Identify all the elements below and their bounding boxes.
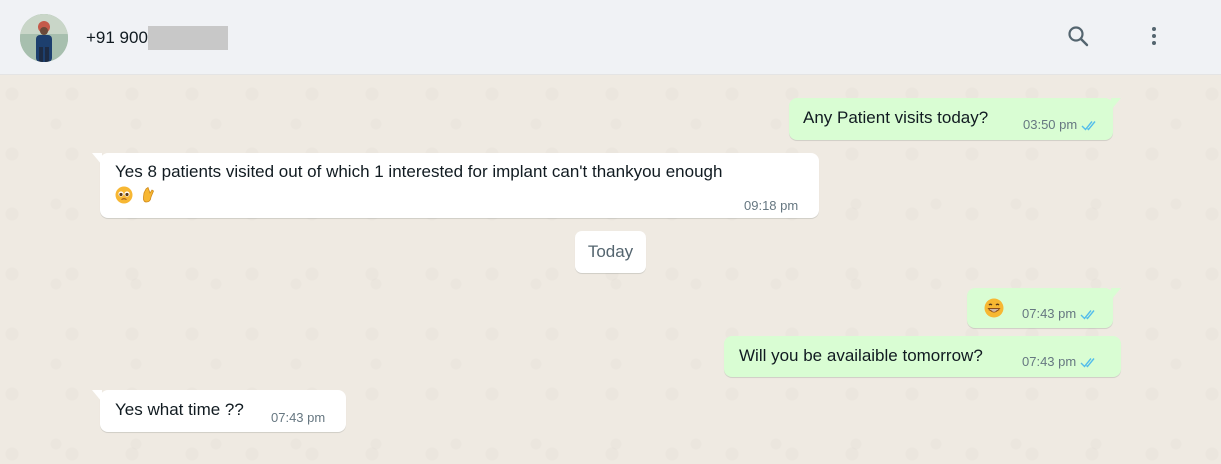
message-pane[interactable]: Any Patient visits today? 03:50 pm Yes 8… [0,76,1221,464]
message-text: Will you be availaible tomorrow? [739,346,983,365]
message-text: Any Patient visits today? [803,108,989,127]
pleading-face-icon [115,186,133,204]
message-time: 03:50 pm [1023,117,1078,132]
message-outgoing[interactable]: 07:43 pm [967,288,1121,328]
grinning-face-icon [984,298,1004,318]
message-incoming[interactable]: Yes 8 patients visited out of which 1 in… [92,153,819,218]
message-time: 07:43 pm [1022,306,1077,321]
double-check-icon [1080,308,1098,320]
chat-header: +91 900 [0,0,1221,75]
message-outgoing[interactable]: Will you be availaible tomorrow? 07:43 p… [724,336,1121,377]
message-meta: 07:43 pm [1022,306,1098,321]
contact-avatar[interactable] [20,14,68,62]
message-meta: 07:43 pm [271,410,325,425]
message-text: Yes what time ?? [115,400,244,419]
message-meta: 09:18 pm [744,198,798,213]
date-divider-label: Today [587,242,634,261]
redacted-phone-block [147,26,228,50]
message-text: Yes 8 patients visited out of which 1 in… [115,162,723,181]
message-incoming[interactable]: Yes what time ?? 07:43 pm [92,390,346,432]
date-divider: Today [575,231,646,273]
kebab-menu-icon[interactable] [1138,20,1170,52]
message-meta: 07:43 pm [1022,354,1098,369]
crossed-fingers-icon [143,186,154,203]
message-time: 07:43 pm [1022,354,1077,369]
contact-name[interactable]: +91 900 [86,26,228,50]
search-icon[interactable] [1062,20,1094,52]
double-check-icon [1080,356,1098,368]
message-meta: 03:50 pm [1023,117,1099,132]
emoji-row [115,186,157,204]
message-time: 07:43 pm [271,410,326,425]
message-time: 09:18 pm [744,198,799,213]
contact-name-text: +91 900 [86,28,148,47]
double-check-icon [1081,119,1099,131]
message-outgoing[interactable]: Any Patient visits today? 03:50 pm [789,98,1121,140]
